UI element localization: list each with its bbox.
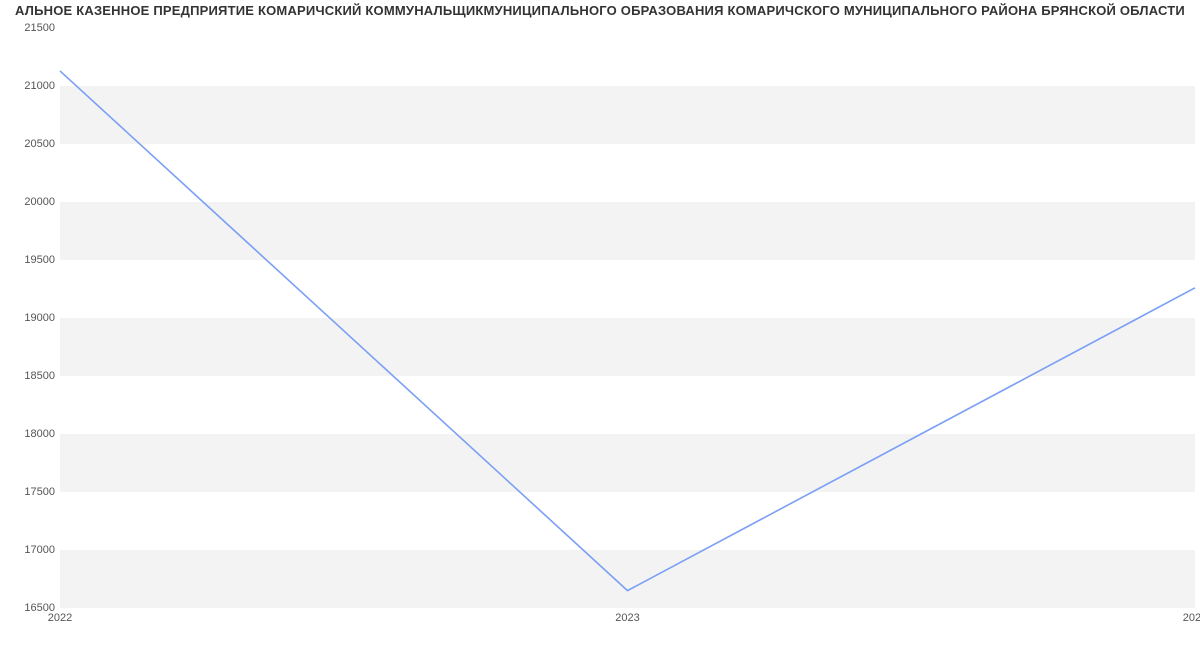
y-tick-label: 19000: [5, 312, 55, 324]
y-tick-label: 21000: [5, 80, 55, 92]
y-tick-label: 19500: [5, 254, 55, 266]
plot-area: [60, 28, 1195, 608]
y-tick-label: 20500: [5, 138, 55, 150]
y-tick-label: 18000: [5, 428, 55, 440]
chart-title: АЛЬНОЕ КАЗЕННОЕ ПРЕДПРИЯТИЕ КОМАРИЧСКИЙ …: [0, 0, 1200, 22]
y-tick-label: 18500: [5, 370, 55, 382]
y-tick-label: 20000: [5, 196, 55, 208]
x-tick-label: 2023: [615, 612, 639, 624]
x-tick-label: 2024: [1183, 612, 1200, 624]
y-tick-label: 17000: [5, 544, 55, 556]
line-series: [60, 28, 1195, 608]
x-tick-label: 2022: [48, 612, 72, 624]
y-tick-label: 21500: [5, 22, 55, 34]
y-tick-label: 17500: [5, 486, 55, 498]
